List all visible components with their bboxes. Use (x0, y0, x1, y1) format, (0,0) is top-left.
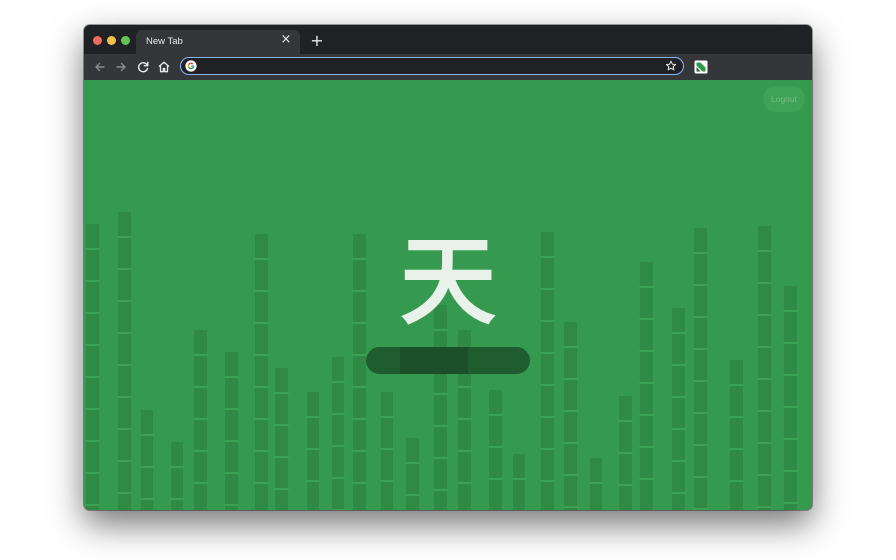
bamboo-stalk (512, 454, 526, 510)
browser-toolbar (84, 54, 812, 80)
address-input[interactable] (203, 58, 659, 73)
tab-new-tab[interactable]: New Tab × (136, 30, 300, 54)
bamboo-stalk (639, 262, 654, 510)
bamboo-stalk (618, 396, 633, 510)
bamboo-stalk (254, 234, 269, 510)
bamboo-stalk (331, 357, 345, 510)
plus-icon[interactable]: + (310, 33, 324, 49)
star-icon[interactable] (665, 60, 677, 72)
tab-title: New Tab (146, 36, 183, 47)
minimize-window-button[interactable] (107, 36, 116, 45)
bamboo-stalk (224, 352, 239, 510)
bamboo-stalk (380, 392, 394, 510)
bamboo-stalk (671, 308, 686, 510)
browser-window: New Tab × + Logout 天 (84, 25, 812, 510)
bamboo-stalk (589, 458, 603, 510)
home-icon[interactable] (156, 59, 172, 75)
bamboo-stalk (693, 228, 708, 510)
bamboo-stalk (85, 224, 100, 510)
new-tab-page: Logout 天 (84, 80, 812, 510)
extension-icon[interactable] (694, 60, 708, 74)
bamboo-stalk (488, 390, 503, 510)
omnibox[interactable] (180, 57, 684, 75)
bamboo-stalk (193, 330, 208, 510)
bamboo-stalk (563, 322, 578, 510)
close-window-button[interactable] (93, 36, 102, 45)
bamboo-stalk (140, 410, 154, 510)
bamboo-stalk (729, 360, 744, 510)
bamboo-stalk (170, 442, 184, 510)
bamboo-stalk (757, 226, 772, 510)
answer-input[interactable] (366, 347, 530, 374)
arrow-right-icon[interactable] (113, 59, 129, 75)
logout-button[interactable]: Logout (763, 86, 805, 112)
reload-icon[interactable] (135, 59, 151, 75)
bamboo-stalk (117, 212, 132, 510)
arrow-left-icon[interactable] (92, 59, 108, 75)
bamboo-stalk (306, 392, 320, 510)
bamboo-stalk (274, 368, 289, 510)
bamboo-stalk (352, 234, 367, 510)
bamboo-stalk (405, 438, 420, 510)
bamboo-stalk (540, 232, 555, 510)
tab-strip: New Tab × + (84, 25, 812, 54)
kanji-character: 天 (400, 226, 496, 338)
google-g-icon (185, 60, 197, 72)
zoom-window-button[interactable] (121, 36, 130, 45)
bamboo-stalk (783, 286, 798, 510)
close-icon[interactable]: × (279, 33, 293, 47)
